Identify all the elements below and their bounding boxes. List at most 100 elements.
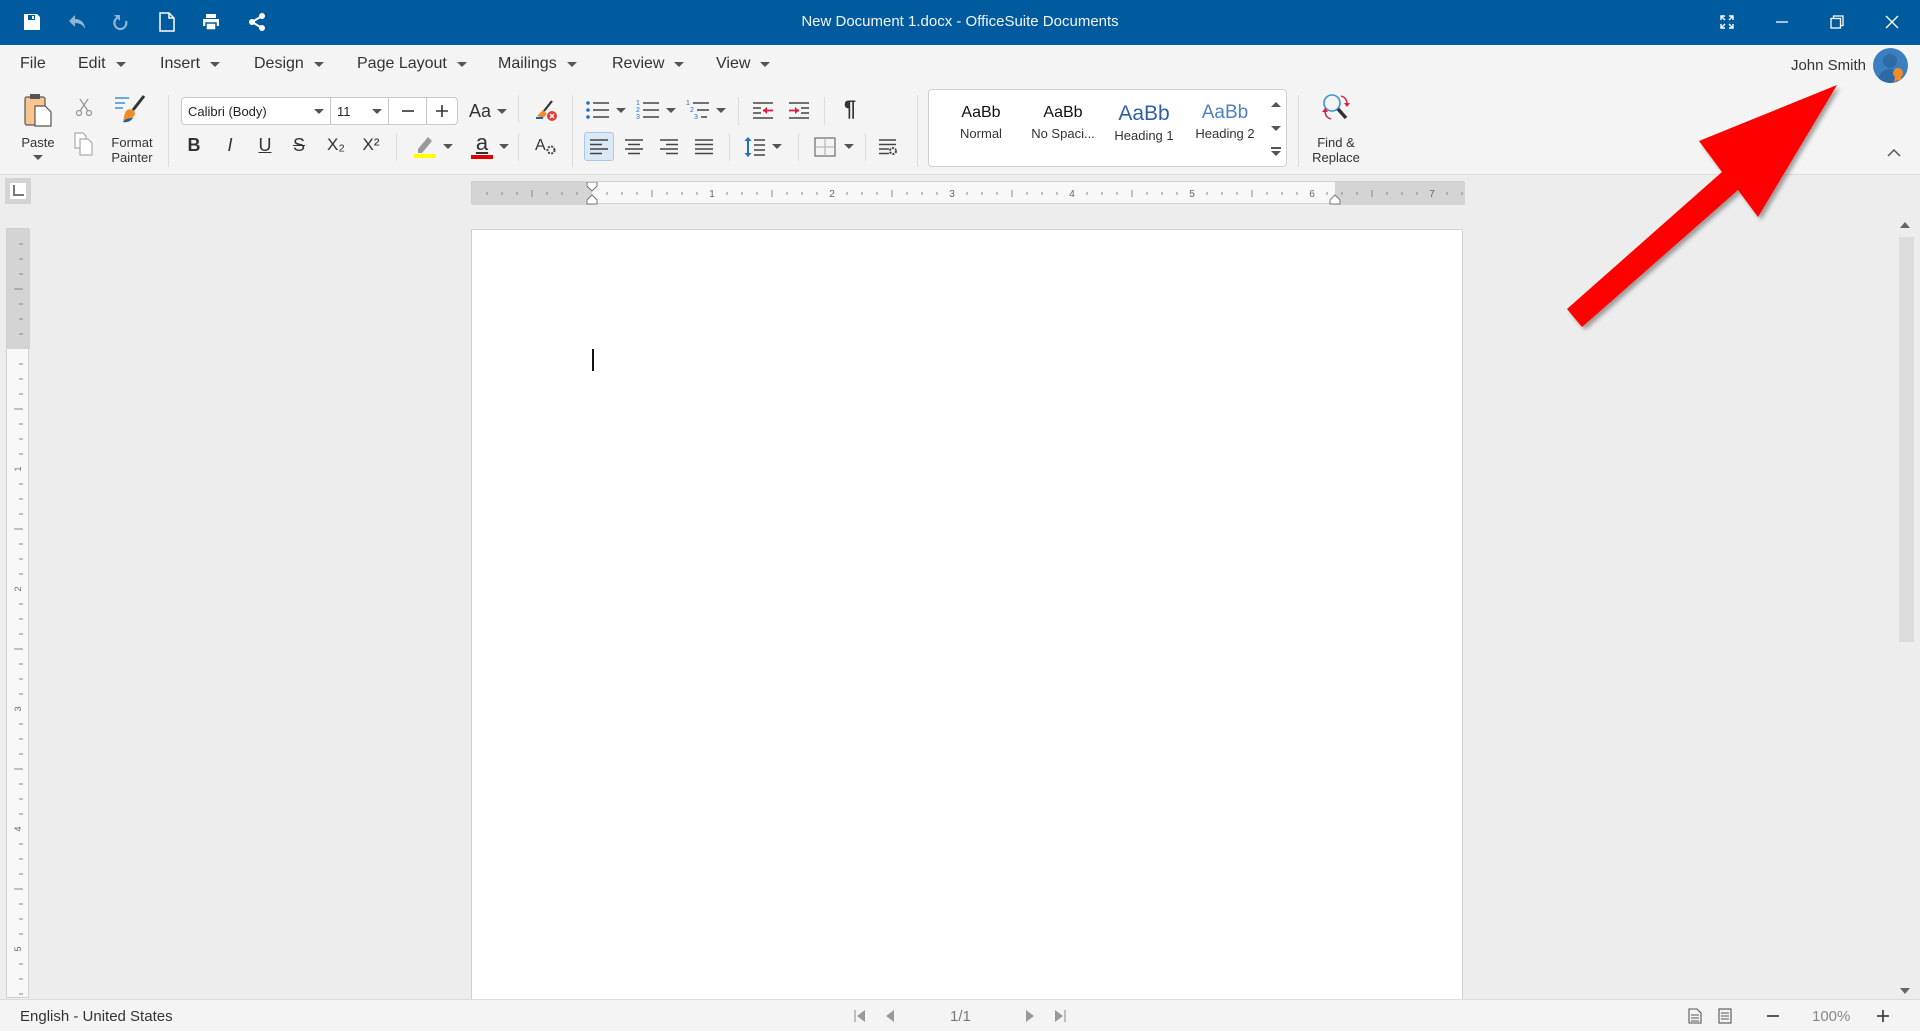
scroll-down-icon[interactable] (1900, 988, 1910, 994)
format-painter-label[interactable]: Format Painter (104, 135, 160, 165)
styles-expand-icon[interactable] (1269, 144, 1283, 158)
styles-pane-icon[interactable]: A (531, 132, 561, 160)
text-cursor (592, 349, 594, 371)
web-layout-icon[interactable] (1716, 1007, 1734, 1025)
vertical-scrollbar-thumb[interactable] (1899, 237, 1914, 642)
numbering-button[interactable]: 123 (634, 97, 678, 123)
font-size-select[interactable]: 11 (330, 97, 389, 125)
menu-insert[interactable]: Insert (160, 55, 221, 73)
next-page-icon[interactable] (1022, 1007, 1038, 1025)
separator (824, 97, 825, 125)
left-tab-icon (13, 185, 24, 196)
increase-indent-icon[interactable] (784, 97, 814, 123)
clear-formatting-icon[interactable] (531, 97, 561, 125)
chevron-down-icon (497, 108, 508, 114)
subscript-button[interactable]: X₂ (322, 132, 350, 158)
font-family-select[interactable]: Calibri (Body) (181, 97, 331, 125)
italic-button[interactable]: I (217, 132, 243, 158)
separator (1298, 95, 1299, 167)
menu-view[interactable]: View (716, 55, 771, 73)
collapse-ribbon-icon[interactable] (1884, 145, 1904, 159)
separator (396, 133, 397, 161)
decrease-indent-icon[interactable] (748, 97, 778, 123)
menu-bar: File Edit Insert Design Page Layout Mail… (0, 45, 1920, 85)
print-layout-icon[interactable] (1686, 1007, 1704, 1025)
tab-stop-selector[interactable] (5, 178, 31, 204)
align-left-button[interactable] (584, 132, 614, 161)
align-center-button[interactable] (619, 132, 649, 161)
menu-file[interactable]: File (20, 55, 46, 73)
separator (738, 97, 739, 125)
bullet-list-icon (586, 101, 609, 119)
decrease-font-size-button[interactable] (388, 97, 427, 125)
style-normal[interactable]: AaBb Normal (941, 104, 1021, 141)
increase-font-size-button[interactable] (426, 97, 458, 125)
menu-page-layout[interactable]: Page Layout (357, 55, 467, 73)
change-case-button[interactable]: Aa (466, 97, 510, 125)
svg-text:3: 3 (636, 114, 640, 121)
avatar[interactable] (1873, 48, 1908, 83)
language-indicator[interactable]: English - United States (20, 1008, 173, 1025)
first-page-icon[interactable] (852, 1007, 868, 1025)
style-heading-2[interactable]: AaBb Heading 2 (1185, 102, 1265, 141)
menu-review[interactable]: Review (612, 55, 685, 73)
chevron-down-icon (210, 61, 221, 67)
style-no-spacing[interactable]: AaBb No Spaci... (1023, 104, 1103, 141)
paragraph-settings-icon[interactable] (874, 132, 902, 161)
styles-scroll-up-icon[interactable] (1269, 98, 1283, 110)
ruler-label: 7 (1429, 189, 1435, 200)
close-icon[interactable] (1872, 8, 1912, 36)
show-formatting-marks-button[interactable]: ¶ (836, 95, 864, 123)
zoom-in-icon[interactable] (1874, 1007, 1892, 1025)
zoom-level: 100% (1812, 1008, 1851, 1025)
paste-button[interactable] (20, 90, 56, 130)
minimize-icon[interactable] (1762, 8, 1802, 36)
last-page-icon[interactable] (1052, 1007, 1068, 1025)
document-page[interactable] (471, 229, 1463, 1000)
find-replace-icon[interactable] (1318, 91, 1354, 125)
superscript-button[interactable]: X² (357, 132, 385, 158)
copy-icon[interactable] (72, 131, 96, 157)
ruler-label: 3 (13, 706, 23, 711)
justify-icon (695, 138, 713, 154)
previous-page-icon[interactable] (882, 1007, 898, 1025)
menu-edit[interactable]: Edit (78, 55, 126, 73)
separator (168, 95, 169, 167)
horizontal-ruler[interactable]: 1 2 3 4 5 6 7 (471, 181, 1465, 205)
paste-dropdown-icon[interactable] (32, 153, 44, 161)
separator (518, 133, 519, 161)
style-sample: AaBb (1043, 104, 1083, 121)
multilevel-list-button[interactable]: 123 (684, 97, 728, 123)
svg-text:A: A (535, 137, 546, 154)
bold-button[interactable]: B (181, 132, 207, 158)
borders-button[interactable] (811, 132, 857, 161)
underline-button[interactable]: U (252, 132, 278, 158)
menu-mailings[interactable]: Mailings (498, 55, 577, 73)
user-name[interactable]: John Smith (1791, 57, 1866, 74)
strikethrough-button[interactable]: S (286, 132, 312, 158)
ruler-label: 1 (13, 466, 23, 471)
bullets-button[interactable] (584, 97, 628, 123)
style-heading-1[interactable]: AaBb Heading 1 (1104, 102, 1184, 143)
styles-scroll-down-icon[interactable] (1269, 122, 1283, 134)
font-color-label: a (475, 130, 489, 155)
style-sample: AaBb (1201, 102, 1249, 123)
zoom-out-icon[interactable] (1764, 1007, 1782, 1025)
scroll-up-icon[interactable] (1900, 222, 1910, 228)
cut-icon[interactable] (72, 95, 96, 119)
align-right-button[interactable] (654, 132, 684, 161)
fullscreen-icon[interactable] (1707, 8, 1747, 36)
highlight-color-button[interactable] (408, 131, 458, 161)
format-painter-icon[interactable] (112, 93, 148, 125)
restore-icon[interactable] (1817, 8, 1857, 36)
font-color-button[interactable]: a (465, 131, 515, 161)
line-spacing-icon (744, 136, 765, 157)
vertical-ruler[interactable]: 1 2 3 4 5 (6, 228, 30, 998)
svg-text:1: 1 (636, 100, 640, 107)
find-replace-label[interactable]: Find & Replace (1306, 135, 1366, 165)
justify-button[interactable] (689, 132, 719, 161)
menu-edit-label: Edit (78, 55, 106, 72)
menu-design[interactable]: Design (254, 55, 324, 73)
line-spacing-button[interactable] (740, 132, 786, 161)
svg-text:3: 3 (694, 114, 698, 121)
